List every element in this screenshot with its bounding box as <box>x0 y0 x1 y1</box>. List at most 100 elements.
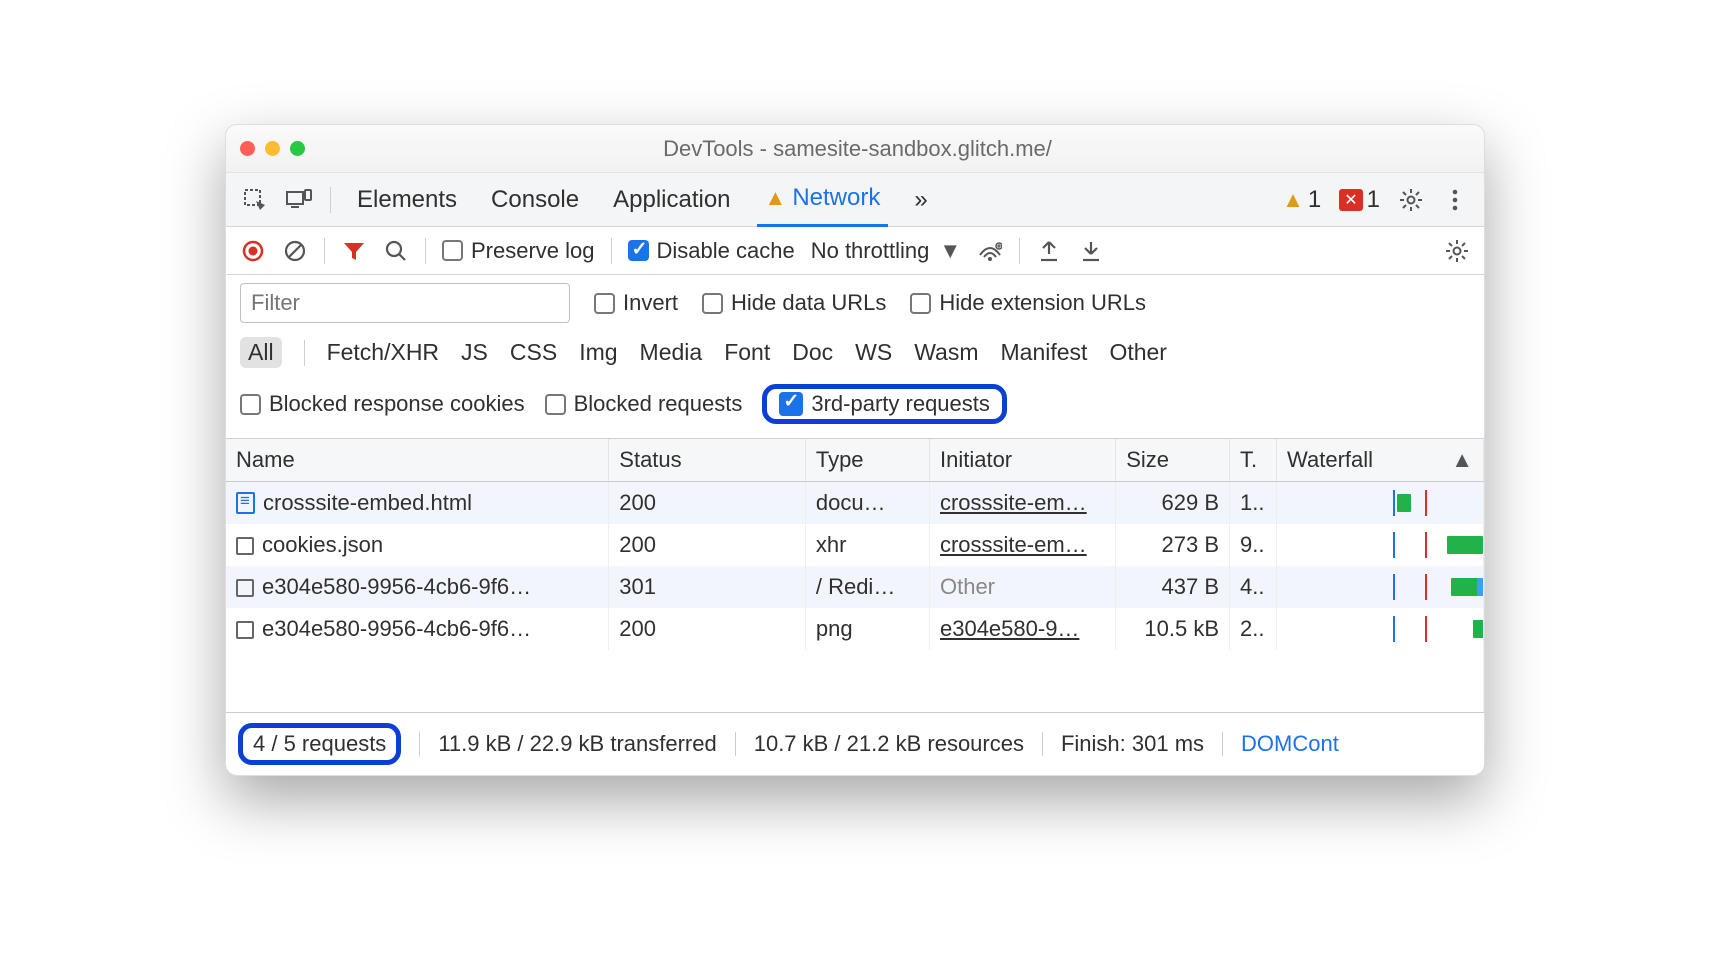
warnings-badge[interactable]: ▲ 1 <box>1282 186 1321 214</box>
request-time: 4.. <box>1240 574 1264 599</box>
chip-other[interactable]: Other <box>1109 339 1167 366</box>
chip-wasm[interactable]: Wasm <box>914 339 978 366</box>
upload-har-icon[interactable] <box>1036 238 1062 264</box>
request-time: 9.. <box>1240 532 1264 557</box>
devtools-window: DevTools - samesite-sandbox.glitch.me/ E… <box>225 124 1485 776</box>
waterfall-cell <box>1277 532 1483 558</box>
more-tabs[interactable]: » <box>906 186 935 214</box>
col-waterfall[interactable]: Waterfall▲ <box>1277 439 1484 482</box>
errors-badge[interactable]: ✕ 1 <box>1339 186 1380 214</box>
warning-icon: ▲ <box>765 171 787 225</box>
blocked-cookies-checkbox[interactable]: Blocked response cookies <box>240 391 525 417</box>
hide-data-urls-checkbox[interactable]: Hide data URLs <box>702 290 886 316</box>
transferred-size: 11.9 kB / 22.9 kB transferred <box>438 731 716 757</box>
maximize-button[interactable] <box>290 141 305 156</box>
warning-icon-small: ▲ <box>1282 187 1304 213</box>
request-size: 437 B <box>1162 574 1220 599</box>
third-party-checkbox[interactable]: 3rd-party requests <box>779 391 990 417</box>
table-row[interactable]: cookies.json 200 xhr crosssite-em… 273 B 9.. <box>226 524 1484 566</box>
chip-font[interactable]: Font <box>724 339 770 366</box>
record-button[interactable] <box>240 238 266 264</box>
status-code: 200 <box>619 532 656 557</box>
status-code: 200 <box>619 490 656 515</box>
search-icon[interactable] <box>383 238 409 264</box>
chip-all[interactable]: All <box>240 337 282 368</box>
table-row[interactable]: crosssite-embed.html200docu…crosssite-em… <box>226 482 1484 525</box>
type-filter-row: All Fetch/XHR JS CSS Img Media Font Doc … <box>226 331 1484 378</box>
main-tab-bar: Elements Console Application ▲ Network »… <box>226 173 1484 227</box>
domcontentloaded-time: DOMCont <box>1241 731 1339 757</box>
chip-js[interactable]: JS <box>461 339 488 366</box>
clear-button[interactable] <box>282 238 308 264</box>
chip-css[interactable]: CSS <box>510 339 557 366</box>
document-icon <box>236 492 255 514</box>
preserve-log-checkbox[interactable]: Preserve log <box>442 238 595 264</box>
col-name[interactable]: Name <box>226 439 609 482</box>
close-button[interactable] <box>240 141 255 156</box>
col-status[interactable]: Status <box>609 439 806 482</box>
minimize-button[interactable] <box>265 141 280 156</box>
request-name: e304e580-9956-4cb6-9f6… <box>262 574 531 599</box>
col-type[interactable]: Type <box>805 439 929 482</box>
invert-checkbox[interactable]: Invert <box>594 290 678 316</box>
status-code: 301 <box>619 574 656 599</box>
inspect-icon[interactable] <box>242 187 268 213</box>
request-initiator[interactable]: Other <box>940 574 995 599</box>
request-name: e304e580-9956-4cb6-9f6… <box>262 616 531 641</box>
file-icon <box>236 537 254 555</box>
error-icon: ✕ <box>1339 189 1362 211</box>
status-code: 200 <box>619 616 656 641</box>
request-initiator[interactable]: crosssite-em… <box>940 532 1087 557</box>
network-toolbar: Preserve log Disable cache No throttling… <box>226 227 1484 275</box>
table-row[interactable]: e304e580-9956-4cb6-9f6… 301 / Redi… Other 43… <box>226 566 1484 608</box>
chip-ws[interactable]: WS <box>855 339 892 366</box>
titlebar: DevTools - samesite-sandbox.glitch.me/ <box>226 125 1484 173</box>
chip-fetch-xhr[interactable]: Fetch/XHR <box>327 339 439 366</box>
tab-elements[interactable]: Elements <box>349 186 465 214</box>
tab-network[interactable]: ▲ Network <box>757 173 889 227</box>
request-name: crosssite-embed.html <box>263 490 472 515</box>
request-type: xhr <box>816 532 847 557</box>
col-size[interactable]: Size <box>1116 439 1230 482</box>
device-icon[interactable] <box>286 187 312 213</box>
kebab-icon[interactable] <box>1442 187 1468 213</box>
filter-row: Invert Hide data URLs Hide extension URL… <box>226 275 1484 331</box>
gear-icon[interactable] <box>1398 187 1424 213</box>
filter-icon[interactable] <box>341 238 367 264</box>
request-type: / Redi… <box>816 574 895 599</box>
col-initiator[interactable]: Initiator <box>929 439 1115 482</box>
status-bar: 4 / 5 requests 11.9 kB / 22.9 kB transfe… <box>226 712 1484 775</box>
request-size: 273 B <box>1162 532 1220 557</box>
chip-manifest[interactable]: Manifest <box>1001 339 1088 366</box>
request-size: 10.5 kB <box>1144 616 1219 641</box>
requests-count-highlight: 4 / 5 requests <box>238 723 401 765</box>
resources-size: 10.7 kB / 21.2 kB resources <box>754 731 1024 757</box>
request-time: 2.. <box>1240 616 1264 641</box>
disable-cache-checkbox[interactable]: Disable cache <box>628 238 795 264</box>
panel-settings-icon[interactable] <box>1444 238 1470 264</box>
finish-time: Finish: 301 ms <box>1061 731 1204 757</box>
request-initiator[interactable]: crosssite-em… <box>940 490 1087 515</box>
blocked-requests-checkbox[interactable]: Blocked requests <box>545 391 743 417</box>
hide-extension-urls-checkbox[interactable]: Hide extension URLs <box>910 290 1146 316</box>
request-size: 629 B <box>1162 490 1220 515</box>
request-time: 1.. <box>1240 490 1264 515</box>
download-har-icon[interactable] <box>1078 238 1104 264</box>
chip-img[interactable]: Img <box>579 339 617 366</box>
request-type: png <box>816 616 853 641</box>
file-icon <box>236 621 254 639</box>
tab-application[interactable]: Application <box>605 186 738 214</box>
request-initiator[interactable]: e304e580-9… <box>940 616 1079 641</box>
chip-media[interactable]: Media <box>640 339 703 366</box>
filter-input[interactable] <box>240 283 570 323</box>
tab-console[interactable]: Console <box>483 186 587 214</box>
file-icon <box>236 579 254 597</box>
table-row[interactable]: e304e580-9956-4cb6-9f6… 200 png e304e580-9…… <box>226 608 1484 650</box>
request-name: cookies.json <box>262 532 383 557</box>
waterfall-cell <box>1277 490 1483 516</box>
col-time[interactable]: T. <box>1230 439 1277 482</box>
requests-table: Name Status Type Initiator Size T. Water… <box>226 439 1484 712</box>
throttling-select[interactable]: No throttling▼ <box>811 238 961 264</box>
network-conditions-icon[interactable] <box>977 238 1003 264</box>
chip-doc[interactable]: Doc <box>792 339 833 366</box>
